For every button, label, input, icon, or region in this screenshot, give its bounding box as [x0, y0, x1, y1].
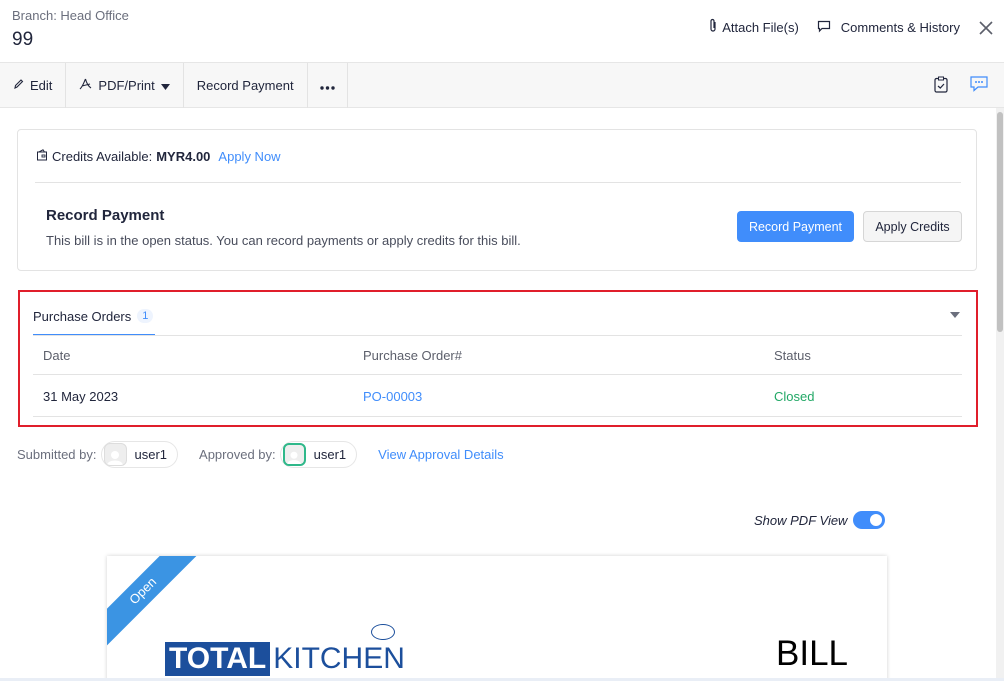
record-payment-toolbar-label: Record Payment — [196, 78, 294, 93]
pdf-preview: Open TOTAL KITCHEN BILL — [107, 556, 887, 681]
clipboard-check-button[interactable] — [922, 63, 960, 108]
apply-credits-button[interactable]: Apply Credits — [863, 211, 962, 242]
attach-files-button[interactable]: Attach File(s) — [708, 18, 799, 37]
caret-down-icon — [160, 78, 170, 93]
purchase-orders-section: Purchase Orders 1 Date Purchase Order# S… — [18, 290, 978, 427]
approved-user-name: user1 — [313, 447, 347, 462]
collapse-caret-icon[interactable] — [950, 312, 960, 318]
bill-number: 99 — [12, 29, 34, 50]
column-header-purchase-order: Purchase Order# — [363, 347, 462, 363]
pdf-view-toggle[interactable] — [853, 511, 886, 529]
more-horizontal-icon — [319, 78, 335, 93]
column-header-status: Status — [774, 347, 811, 363]
table-row: 31 May 2023 PO-00003 Closed — [33, 376, 962, 417]
paperclip-icon — [708, 18, 718, 37]
action-toolbar: Edit PDF/Print Record Payment — [0, 62, 1004, 108]
po-date: 31 May 2023 — [43, 388, 119, 404]
submitted-user-name: user1 — [134, 447, 168, 462]
submitted-by-label: Submitted by: — [17, 447, 97, 462]
submitted-user-chip: user1 — [100, 441, 179, 468]
close-icon[interactable] — [978, 20, 994, 36]
comments-history-button[interactable]: Comments & History — [817, 20, 960, 36]
record-payment-toolbar-button[interactable]: Record Payment — [184, 63, 308, 108]
header-actions: Attach File(s) Comments & History — [708, 18, 960, 37]
po-number-link[interactable]: PO-00003 — [363, 376, 422, 416]
edit-label: Edit — [30, 78, 53, 93]
attach-files-label: Attach File(s) — [722, 20, 799, 35]
logo-text-kitchen: KITCHEN — [273, 642, 405, 675]
record-payment-description: This bill is in the open status. You can… — [46, 233, 521, 248]
logo-seal-icon — [371, 624, 395, 640]
more-options-button[interactable] — [308, 63, 348, 108]
document-title: BILL — [776, 634, 848, 673]
credits-available-row: Credits Available: MYR4.00 Apply Now — [36, 149, 281, 164]
pdf-print-label: PDF/Print — [98, 78, 155, 93]
purchase-orders-tab-label: Purchase Orders — [33, 309, 132, 324]
pdf-view-toggle-row: Show PDF View — [754, 511, 886, 529]
record-payment-button[interactable]: Record Payment — [737, 211, 854, 242]
chat-bubble-icon — [970, 76, 988, 95]
purchase-orders-count-badge: 1 — [137, 309, 154, 323]
credits-amount: MYR4.00 — [156, 149, 211, 164]
view-approval-details-link[interactable]: View Approval Details — [378, 447, 504, 462]
pdf-icon — [79, 78, 92, 94]
logo-text-total: TOTAL — [165, 642, 271, 676]
scrollbar-thumb[interactable] — [997, 112, 1003, 332]
table-header: Date Purchase Order# Status — [33, 336, 962, 375]
avatar — [103, 443, 127, 466]
record-payment-card: Credits Available: MYR4.00 Apply Now Rec… — [17, 129, 977, 271]
company-logo: TOTAL KITCHEN — [165, 624, 405, 676]
pencil-icon — [13, 78, 24, 93]
pdf-print-button[interactable]: PDF/Print — [66, 63, 184, 108]
approved-user-chip: user1 — [279, 441, 358, 468]
toolbar-right — [922, 63, 1004, 108]
card-divider — [35, 182, 961, 183]
branch-label: Branch: Head Office — [12, 8, 129, 23]
approved-by-label: Approved by: — [199, 447, 276, 462]
avatar — [282, 443, 306, 466]
comment-icon — [817, 20, 831, 36]
column-header-date: Date — [43, 347, 71, 363]
show-pdf-view-label: Show PDF View — [754, 512, 848, 528]
tab-purchase-orders[interactable]: Purchase Orders 1 — [33, 309, 156, 336]
wallet-icon — [36, 149, 48, 164]
approval-row: Submitted by: user1 Approved by: user1 V… — [17, 441, 504, 468]
comments-history-label: Comments & History — [840, 20, 960, 35]
record-payment-title: Record Payment — [46, 207, 165, 224]
apply-now-link[interactable]: Apply Now — [218, 149, 280, 164]
clipboard-check-icon — [934, 76, 948, 96]
chat-button[interactable] — [960, 63, 998, 108]
credits-label: Credits Available: — [52, 149, 153, 164]
po-status: Closed — [774, 388, 815, 404]
bill-header: Branch: Head Office 99 Attach File(s) Co… — [0, 0, 1004, 62]
edit-button[interactable]: Edit — [0, 63, 67, 108]
